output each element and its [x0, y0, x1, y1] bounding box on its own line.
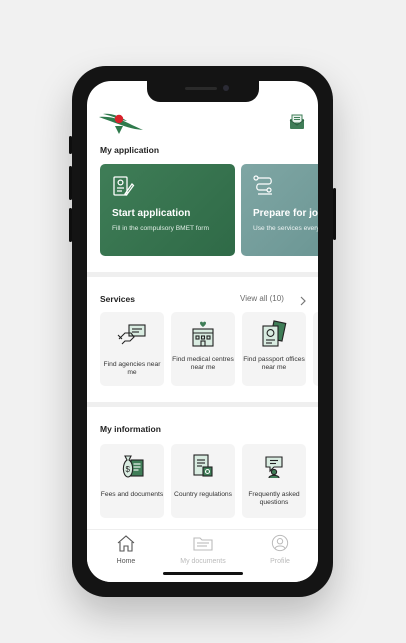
mail-icon[interactable]: [289, 114, 305, 135]
money-bag-icon: $: [118, 452, 146, 485]
tab-home[interactable]: Home: [96, 534, 156, 565]
application-form-icon: [111, 174, 135, 203]
speaker: [185, 87, 217, 90]
prepare-card[interactable]: Prepare for jo Use the services every st…: [241, 164, 318, 256]
faq-tile[interactable]: Frequently asked questions: [242, 444, 306, 518]
find-medical-centres-tile[interactable]: Find medical centres near me: [171, 312, 235, 386]
svg-text:$: $: [126, 465, 131, 474]
section-divider: [87, 402, 318, 407]
app-screen: My application Start application Fill in…: [87, 81, 318, 582]
passport-icon: [260, 320, 288, 353]
country-regulations-tile[interactable]: Country regulations: [171, 444, 235, 518]
profile-icon: [271, 534, 289, 552]
tile-label: Find passport offices near me: [243, 356, 305, 371]
find-agencies-tile[interactable]: Find agencies near me: [100, 312, 164, 386]
my-application-heading: My application: [100, 145, 160, 155]
next-service-tile[interactable]: [313, 312, 318, 386]
folder-icon: [193, 537, 213, 551]
card-description: Use the services every step of the: [253, 225, 318, 232]
app-logo: [97, 110, 145, 139]
view-all-services-link[interactable]: View all (10): [240, 294, 284, 303]
home-indicator: [163, 572, 243, 575]
tile-label: Find agencies near me: [103, 361, 161, 376]
tile-label: Country regulations: [174, 491, 232, 498]
tab-label: Profile: [270, 558, 290, 565]
faq-icon: [260, 452, 288, 485]
card-title: Prepare for jo: [253, 208, 318, 219]
tile-label: Frequently asked questions: [248, 491, 300, 506]
hospital-icon: [190, 320, 216, 353]
tab-label: Home: [116, 558, 136, 565]
front-camera: [223, 85, 229, 91]
chevron-right-icon[interactable]: [299, 293, 307, 311]
tile-label: Find medical centres near me: [172, 356, 234, 371]
tab-label: My documents: [180, 558, 226, 565]
find-passport-offices-tile[interactable]: Find passport offices near me: [242, 312, 306, 386]
section-divider: [87, 272, 318, 277]
tab-profile[interactable]: Profile: [250, 534, 310, 565]
card-title: Start application: [112, 208, 191, 219]
power-button: [333, 188, 336, 240]
regulations-icon: [189, 452, 217, 485]
home-icon: [117, 535, 135, 552]
route-icon: [252, 174, 276, 203]
start-application-card[interactable]: Start application Fill in the compulsory…: [100, 164, 235, 256]
app-header: [87, 107, 318, 139]
services-heading: Services: [100, 294, 135, 304]
notch: [147, 81, 259, 102]
tab-my-documents[interactable]: My documents: [173, 534, 233, 565]
handshake-icon: [116, 321, 148, 352]
card-description: Fill in the compulsory BMET form: [112, 225, 209, 232]
tile-label: Fees and documents: [100, 491, 164, 498]
fees-and-documents-tile[interactable]: $ Fees and documents: [100, 444, 164, 518]
my-information-heading: My information: [100, 424, 161, 434]
